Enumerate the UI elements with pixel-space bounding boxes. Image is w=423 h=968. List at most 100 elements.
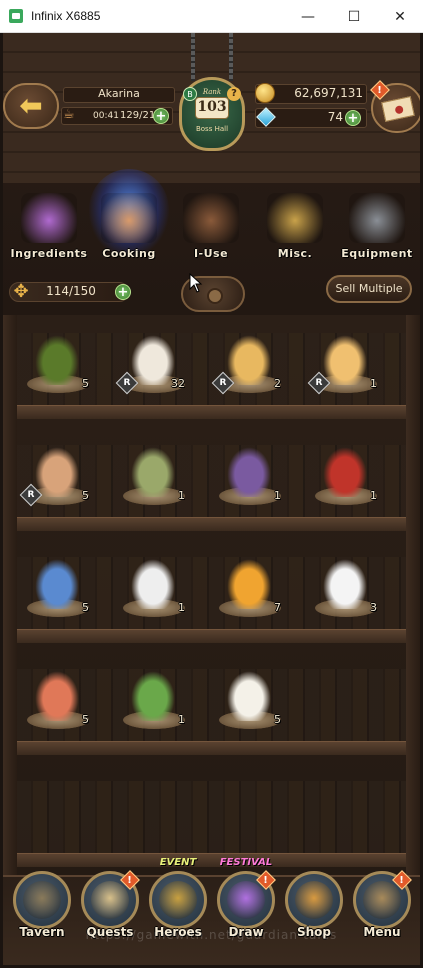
tab-cooking[interactable]: Cooking bbox=[89, 169, 169, 263]
rank-b-badge: B bbox=[183, 87, 197, 101]
add-stamina-button[interactable]: + bbox=[153, 108, 169, 124]
watermark: https://gamewith.net/guardian-tales bbox=[85, 928, 338, 942]
nav-quests[interactable]: ! Quests bbox=[77, 870, 143, 965]
rank-help-icon[interactable]: ? bbox=[227, 87, 241, 101]
inventory-item[interactable]: 1 bbox=[117, 445, 189, 511]
inventory-item[interactable]: 5 bbox=[21, 669, 93, 735]
shelf-plank bbox=[3, 517, 420, 531]
seafood-platter-icon bbox=[35, 447, 79, 497]
tab-label: Ingredients bbox=[10, 247, 88, 260]
meat-salmon-icon bbox=[35, 671, 79, 721]
inventory-item[interactable]: 1 bbox=[117, 557, 189, 623]
shelf-post-right bbox=[406, 315, 420, 875]
inventory-item[interactable]: 5 bbox=[21, 333, 93, 399]
salad-icon bbox=[131, 671, 175, 721]
equipment-icon bbox=[349, 193, 405, 243]
tab-label: Cooking bbox=[102, 247, 156, 260]
nav-menu[interactable]: ! Menu bbox=[349, 870, 415, 965]
minimize-button[interactable]: — bbox=[285, 0, 331, 33]
inventory-item[interactable]: R 32 bbox=[115, 333, 189, 399]
maximize-button[interactable]: ☐ bbox=[331, 0, 377, 33]
item-count: 1 bbox=[178, 601, 185, 614]
milk-jug-icon bbox=[227, 671, 271, 721]
sell-multiple-button[interactable]: Sell Multiple bbox=[326, 275, 412, 303]
alert-text: ! bbox=[399, 874, 404, 886]
inventory-item[interactable]: 3 bbox=[309, 557, 381, 623]
expand-inventory-button[interactable]: + bbox=[115, 284, 131, 300]
window-titlebar: Infinix X6885 — ☐ ✕ bbox=[0, 0, 423, 33]
item-count: 5 bbox=[82, 601, 89, 614]
nav-tag: EVENT bbox=[159, 857, 197, 868]
item-count: 1 bbox=[274, 489, 281, 502]
gold-coin-icon bbox=[255, 83, 275, 103]
mouse-cursor-icon bbox=[189, 273, 203, 293]
inventory-item[interactable]: 5 bbox=[21, 557, 93, 623]
quests-icon bbox=[91, 881, 129, 919]
sugar-cubes-icon bbox=[323, 559, 367, 609]
inventory-item[interactable]: R2 bbox=[211, 333, 285, 399]
ingredients-icon bbox=[21, 193, 77, 243]
tab-ingredients[interactable]: Ingredients bbox=[9, 187, 89, 263]
shelf-plank bbox=[3, 853, 420, 867]
nav-tavern[interactable]: Tavern bbox=[9, 871, 75, 965]
grape-cheese-icon bbox=[227, 447, 271, 497]
rank-subtitle: Boss Hall bbox=[195, 125, 229, 133]
rarity-letter: R bbox=[27, 490, 35, 500]
tab-equipment[interactable]: Equipment bbox=[337, 187, 417, 263]
tab-i-use[interactable]: I-Use bbox=[171, 187, 251, 263]
back-arrow-icon: ⬅ bbox=[19, 89, 43, 122]
honeycomb-plate-icon bbox=[227, 559, 271, 609]
item-count: 1 bbox=[178, 489, 185, 502]
inventory-count: 114/150 bbox=[46, 284, 96, 298]
shelf-books bbox=[17, 781, 406, 853]
shop-icon bbox=[295, 881, 333, 919]
rank-badge[interactable]: Rank 103 Boss Hall B ? bbox=[179, 77, 245, 151]
tab-label: Misc. bbox=[277, 247, 313, 260]
tab-label: I-Use bbox=[193, 247, 229, 260]
shelf-plank bbox=[3, 741, 420, 755]
item-count: 5 bbox=[274, 713, 281, 726]
shelf-post-left bbox=[3, 315, 17, 875]
nav-draw[interactable]: FESTIVAL! Draw bbox=[213, 857, 279, 965]
inventory-item[interactable]: 7 bbox=[213, 557, 285, 623]
white-eggs-icon bbox=[131, 559, 175, 609]
gold-value: 62,697,131 bbox=[294, 86, 363, 100]
add-gems-button[interactable]: + bbox=[345, 110, 361, 126]
pickle-jar-icon bbox=[131, 447, 175, 497]
inventory-item[interactable]: R1 bbox=[307, 333, 381, 399]
tavern-icon bbox=[23, 881, 61, 919]
nav-tag: FESTIVAL bbox=[219, 857, 273, 868]
tab-label: Equipment bbox=[341, 247, 413, 260]
gem-value: 74 bbox=[327, 110, 343, 124]
nav-heroes[interactable]: EVENT Heroes bbox=[145, 857, 211, 965]
item-count: 5 bbox=[82, 713, 89, 726]
item-count: 1 bbox=[370, 377, 377, 390]
item-count: 2 bbox=[274, 377, 281, 390]
back-button[interactable]: ⬅ bbox=[3, 83, 59, 129]
inventory-item[interactable]: 1 bbox=[117, 669, 189, 735]
game-viewport: ⬅ Akarina ☕ 00:41 129/211 + Rank 103 Bos… bbox=[3, 33, 420, 965]
heroes-icon bbox=[159, 881, 197, 919]
blue-eggs-icon bbox=[35, 559, 79, 609]
inventory-item[interactable]: 1 bbox=[213, 445, 285, 511]
alert-text: ! bbox=[263, 874, 268, 886]
item-count: 1 bbox=[178, 713, 185, 726]
stamina-timer: 00:41 bbox=[93, 111, 119, 121]
item-count: 32 bbox=[171, 377, 185, 390]
rarity-letter: R bbox=[219, 378, 227, 388]
nav-shop[interactable]: Shop bbox=[281, 871, 347, 965]
mail-alert-text: ! bbox=[377, 84, 382, 96]
rarity-letter: R bbox=[315, 378, 323, 388]
item-count: 1 bbox=[370, 489, 377, 502]
player-name: Akarina bbox=[98, 87, 140, 100]
tab-misc[interactable]: Misc. bbox=[255, 187, 335, 263]
menu-gear-icon bbox=[363, 881, 401, 919]
inventory-item[interactable]: R5 bbox=[19, 445, 93, 511]
sort-diamond-icon[interactable]: ✥ bbox=[11, 282, 31, 302]
close-button[interactable]: ✕ bbox=[377, 0, 423, 33]
coffee-icon: ☕ bbox=[63, 107, 75, 122]
inventory-item[interactable]: 1 bbox=[309, 445, 381, 511]
rank-value: 103 bbox=[197, 99, 227, 115]
inventory-item[interactable]: 5 bbox=[213, 669, 285, 735]
chain-right bbox=[229, 33, 233, 81]
